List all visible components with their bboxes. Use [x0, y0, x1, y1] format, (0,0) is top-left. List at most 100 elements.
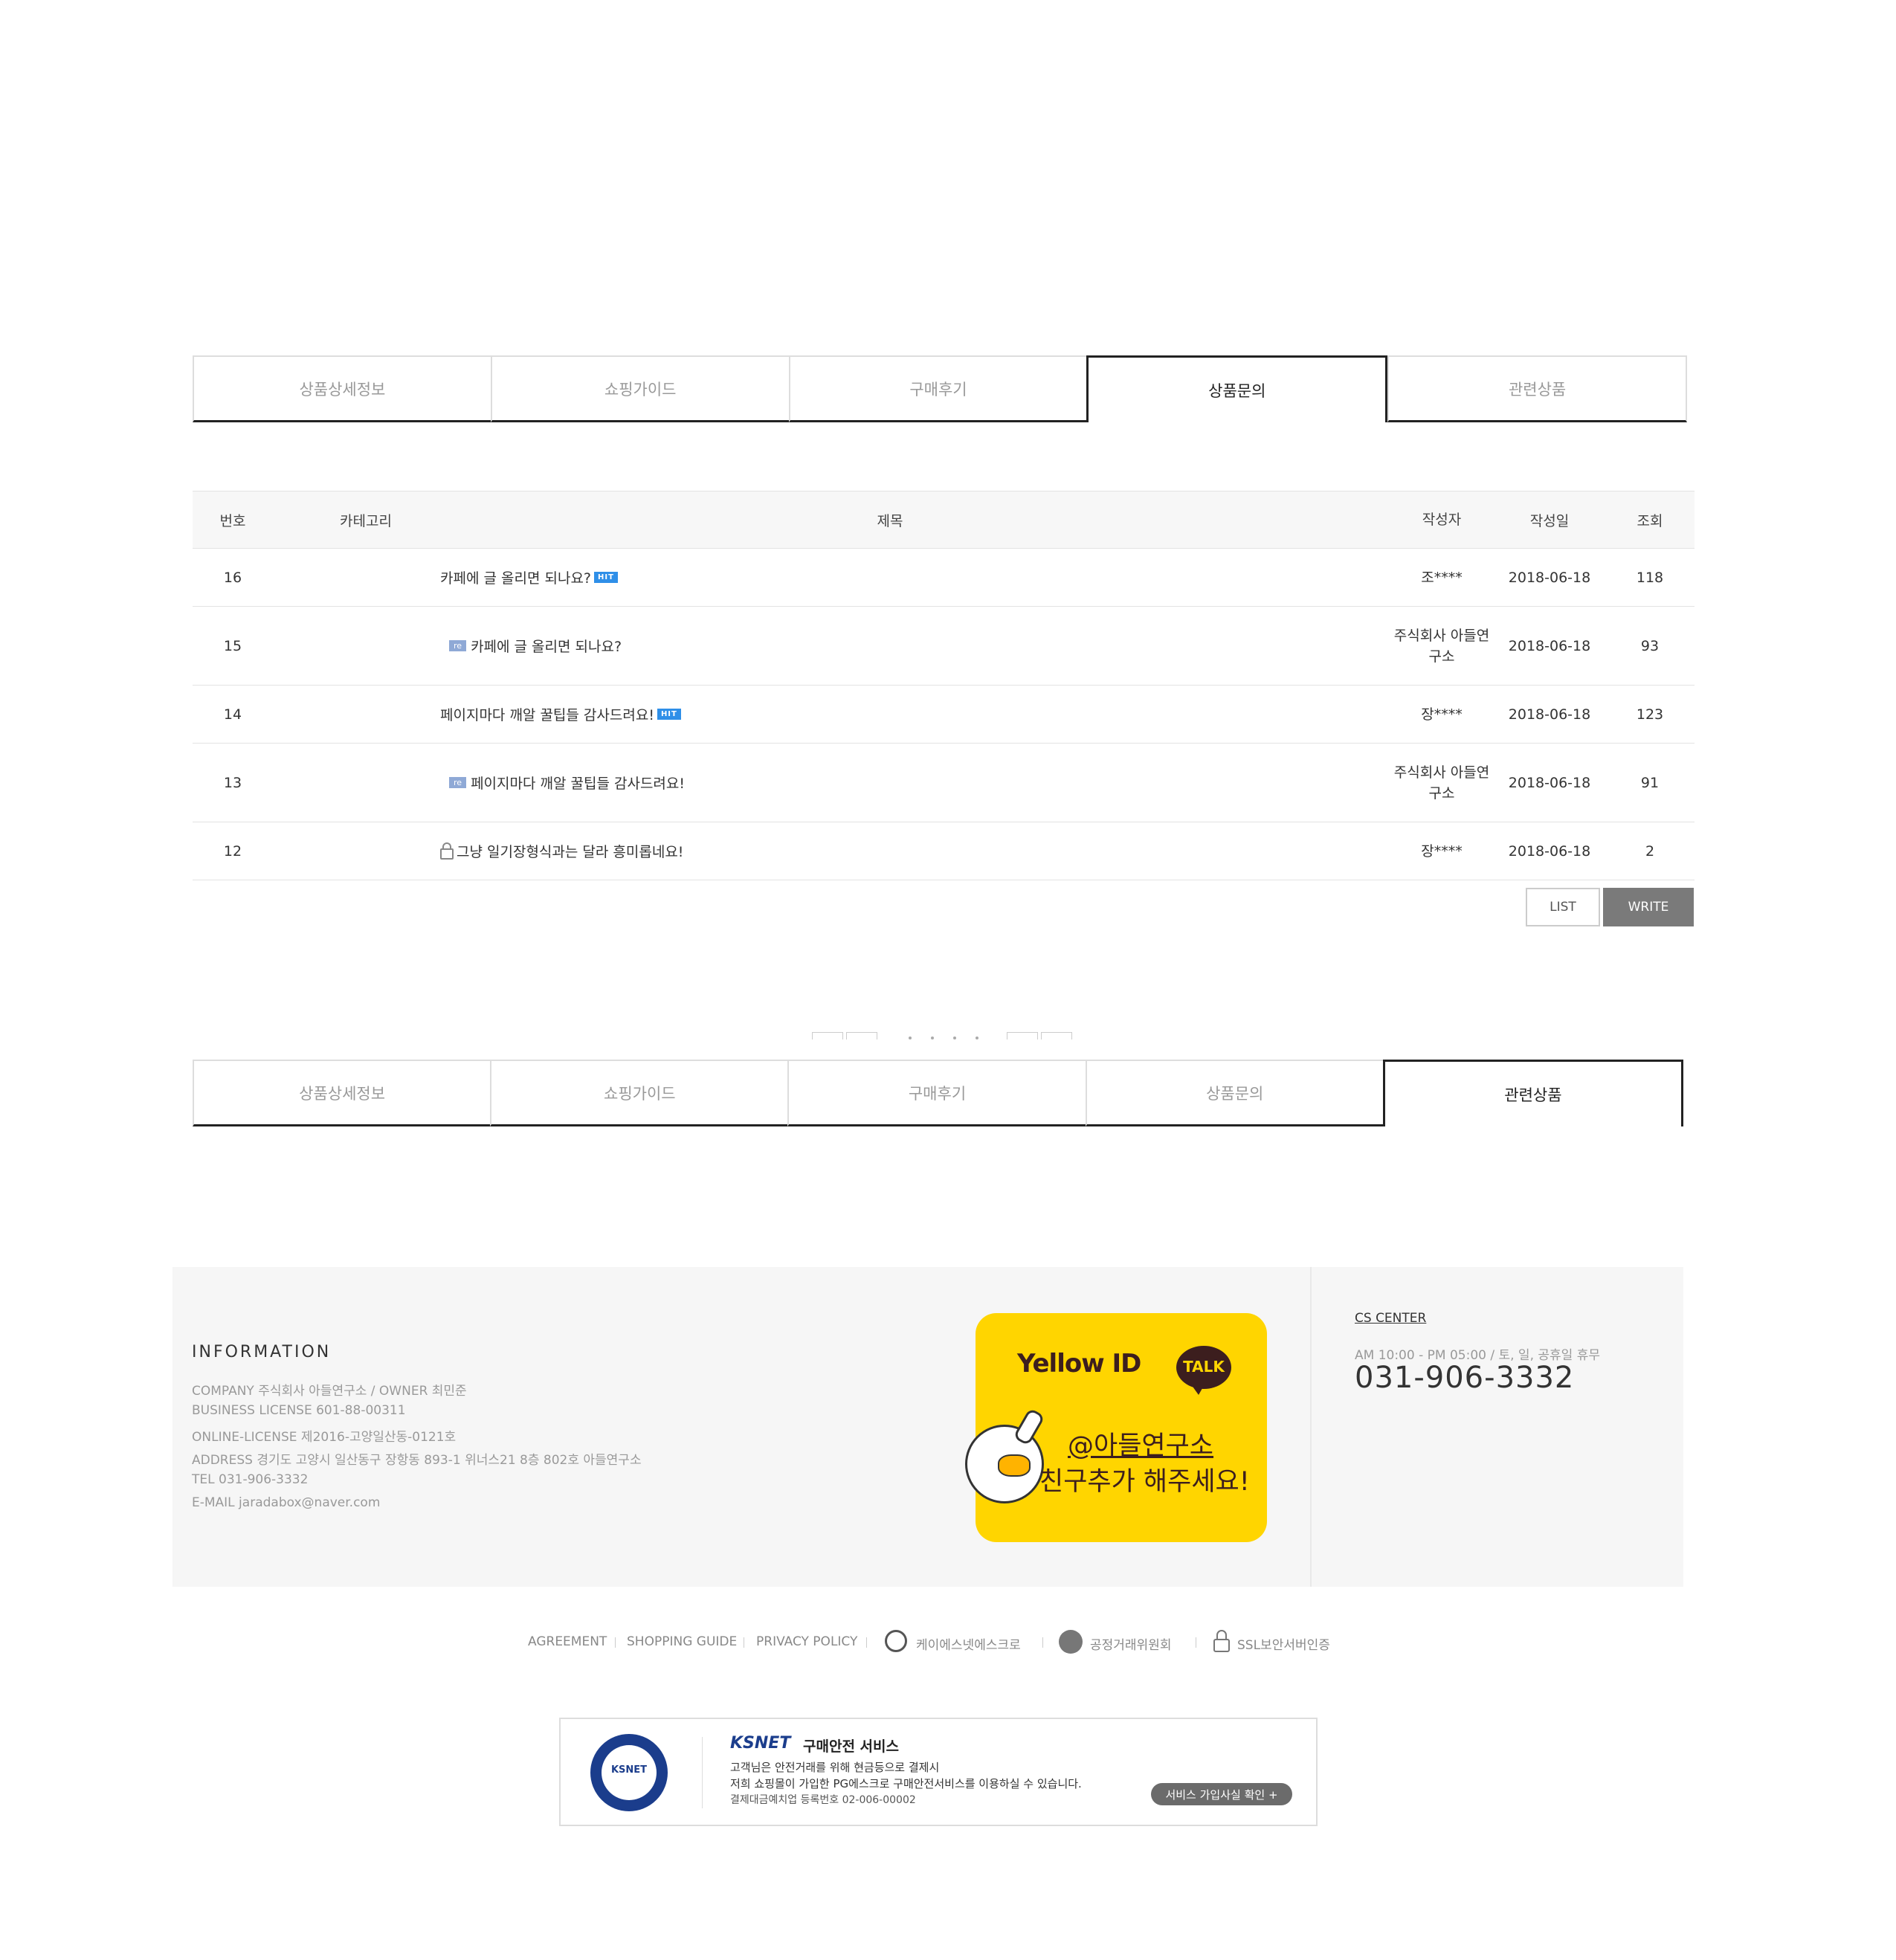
row-date: 2018-06-18 — [1508, 706, 1591, 723]
header-category: 카테고리 — [340, 512, 392, 529]
talk-bubble-tail — [1191, 1384, 1205, 1395]
info-title: INFORMATION — [192, 1343, 332, 1361]
character-arm-icon — [1013, 1408, 1045, 1446]
hit-badge: HIT — [594, 572, 618, 583]
row-hits: 91 — [1640, 774, 1660, 791]
header-no: 번호 — [219, 512, 246, 529]
pagination-page[interactable] — [953, 1037, 956, 1039]
ksnet-escrow-box: KSNET KSNET 구매안전 서비스 고객님은 안전거래를 위해 현금등으로… — [559, 1718, 1318, 1826]
ksnet-line3: 결제대금예치업 등록번호 02-006-00002 — [730, 1794, 916, 1806]
reply-badge: re — [449, 640, 467, 651]
ksnet-divider — [702, 1737, 703, 1808]
pagination-page[interactable] — [931, 1037, 934, 1039]
tab-product-detail[interactable]: 상품상세정보 — [193, 1060, 491, 1126]
table-row[interactable]: 13 re 페이지마다 깨알 꿀팁들 감사드려요! 주식회사 아들연 구소 20… — [193, 744, 1695, 822]
tab-product-qna[interactable]: 상품문의 — [1085, 1060, 1383, 1126]
row-writer: 장**** — [1421, 842, 1463, 860]
row-date: 2018-06-18 — [1508, 774, 1591, 791]
row-hits: 93 — [1640, 637, 1660, 654]
footer-link-agreement[interactable]: AGREEMENT — [528, 1634, 607, 1649]
table-row[interactable]: 14 페이지마다 깨알 꿀팁들 감사드려요! HIT 장**** 2018-06… — [193, 686, 1695, 744]
pagination-next-button[interactable] — [1007, 1032, 1038, 1039]
pagination-last-button[interactable] — [1041, 1032, 1072, 1039]
ksnet-verify-button[interactable]: 서비스 가입사실 확인 + — [1151, 1783, 1292, 1805]
lock-icon — [440, 842, 454, 860]
footer-link-ssl[interactable]: SSL보안서버인증 — [1237, 1634, 1330, 1653]
footer-link-shopping-guide[interactable]: SHOPPING GUIDE — [627, 1634, 737, 1649]
tab-product-qna[interactable]: 상품문의 — [1086, 355, 1388, 422]
write-button[interactable]: WRITE — [1603, 888, 1694, 926]
character-beak-icon — [998, 1454, 1031, 1477]
pagination-prev-button[interactable] — [846, 1032, 877, 1039]
ssl-lock-icon — [1213, 1639, 1230, 1652]
row-writer: 주식회사 아들연 구소 — [1390, 744, 1494, 822]
row-date: 2018-06-18 — [1508, 569, 1591, 586]
footer-link-privacy-policy[interactable]: PRIVACY POLICY — [756, 1634, 857, 1649]
row-hits: 118 — [1636, 569, 1664, 586]
tab-shopping-guide[interactable]: 쇼핑가이드 — [490, 355, 789, 422]
tab-product-detail[interactable]: 상품상세정보 — [193, 355, 491, 422]
info-email[interactable]: E-MAIL jaradabox@naver.com — [192, 1495, 380, 1510]
row-date: 2018-06-18 — [1508, 637, 1591, 654]
info-business-license: BUSINESS LICENSE 601-88-00311 — [192, 1403, 406, 1418]
table-row[interactable]: 12 그냥 일기장형식과는 달라 흥미롭네요! 장**** 2018-06-18… — [193, 822, 1695, 880]
footer-link-ksnet-escrow[interactable]: 케이에스넷에스크로 — [916, 1634, 1021, 1653]
tab-related-products[interactable]: 관련상품 — [1382, 1060, 1684, 1126]
writer-line: 주식회사 아들연 — [1393, 764, 1490, 781]
info-address: ADDRESS 경기도 고양시 일산동구 장항동 893-1 위너스21 8층 … — [192, 1453, 642, 1468]
pagination-first-button[interactable] — [812, 1032, 843, 1039]
ksnet-service-title: 구매안전 서비스 — [803, 1738, 899, 1755]
table-row[interactable]: 16 카페에 글 올리면 되나요? HIT 조**** 2018-06-18 1… — [193, 549, 1695, 607]
list-button[interactable]: LIST — [1526, 888, 1600, 926]
pagination-page[interactable] — [909, 1037, 912, 1039]
row-no: 14 — [223, 706, 242, 723]
qna-board: 번호 카테고리 제목 작성자 작성일 조회 16 카페에 글 올리면 되나요? … — [193, 491, 1695, 880]
row-hits: 2 — [1645, 842, 1655, 860]
tab-reviews[interactable]: 구매후기 — [787, 1060, 1086, 1126]
tab-related-products[interactable]: 관련상품 — [1387, 355, 1687, 422]
ksnet-line1: 고객님은 안전거래를 위해 현금등으로 결제시 — [730, 1761, 940, 1774]
ftc-icon — [1059, 1630, 1083, 1654]
row-no: 13 — [223, 774, 242, 791]
ksnet-escrow-icon — [885, 1630, 907, 1652]
row-writer: 조**** — [1421, 569, 1463, 586]
info-online-license: ONLINE-LICENSE 제2016-고양일산동-0121호 — [192, 1430, 457, 1445]
banner-handle: @아들연구소 — [1068, 1431, 1214, 1461]
row-writer: 장**** — [1421, 706, 1463, 723]
product-tabs-top: 상품상세정보 쇼핑가이드 구매후기 상품문의 관련상품 — [193, 355, 1687, 422]
row-no: 15 — [223, 637, 242, 654]
post-title-link[interactable]: 페이지마다 깨알 꿀팁들 감사드려요! — [471, 773, 685, 793]
post-title-link[interactable]: 그냥 일기장형식과는 달라 흥미롭네요! — [457, 841, 683, 861]
post-title-link[interactable]: 카페에 글 올리면 되나요? — [471, 636, 622, 656]
product-tabs-bottom: 상품상세정보 쇼핑가이드 구매후기 상품문의 관련상품 — [193, 1060, 1684, 1126]
link-separator — [1042, 1637, 1043, 1648]
pagination-page[interactable] — [976, 1037, 978, 1039]
cs-phone[interactable]: 031-906-3332 — [1355, 1361, 1574, 1395]
talk-bubble-icon: TALK — [1176, 1346, 1231, 1389]
ksnet-seal-icon: KSNET — [590, 1734, 668, 1811]
writer-line: 구소 — [1428, 784, 1455, 802]
link-separator — [866, 1637, 867, 1648]
post-title-link[interactable]: 카페에 글 올리면 되나요? — [440, 567, 591, 587]
row-no: 12 — [223, 842, 242, 860]
row-hits: 123 — [1636, 706, 1664, 723]
kakao-yellow-id-banner[interactable]: Yellow ID TALK @아들연구소 친구추가 해주세요! — [965, 1313, 1267, 1542]
ksnet-seal-logo: KSNET — [610, 1764, 648, 1776]
footer-link-fair-trade-commission[interactable]: 공정거래위원회 — [1090, 1634, 1171, 1653]
table-row[interactable]: 15 re 카페에 글 올리면 되나요? 주식회사 아들연 구소 2018-06… — [193, 607, 1695, 686]
header-date: 작성일 — [1529, 512, 1570, 529]
tab-reviews[interactable]: 구매후기 — [788, 355, 1087, 422]
cs-center-title: CS CENTER — [1355, 1311, 1427, 1326]
ksnet-line2: 저희 쇼핑몰이 가입한 PG에스크로 구매안전서비스를 이용하실 수 있습니다. — [730, 1777, 1082, 1790]
banner-cta: 친구추가 해주세요! — [1039, 1467, 1250, 1497]
info-company: COMPANY 주식회사 아들연구소 / OWNER 최민준 — [192, 1384, 467, 1399]
writer-line: 구소 — [1428, 648, 1455, 665]
board-header: 번호 카테고리 제목 작성자 작성일 조회 — [193, 491, 1695, 549]
header-hits: 조회 — [1637, 512, 1663, 529]
talk-label: TALK — [1183, 1358, 1225, 1376]
post-title-link[interactable]: 페이지마다 깨알 꿀팁들 감사드려요! — [440, 704, 654, 724]
tab-shopping-guide[interactable]: 쇼핑가이드 — [490, 1060, 788, 1126]
header-writer: 작성자 — [1422, 512, 1462, 528]
row-date: 2018-06-18 — [1508, 842, 1591, 860]
reply-badge: re — [449, 777, 467, 788]
